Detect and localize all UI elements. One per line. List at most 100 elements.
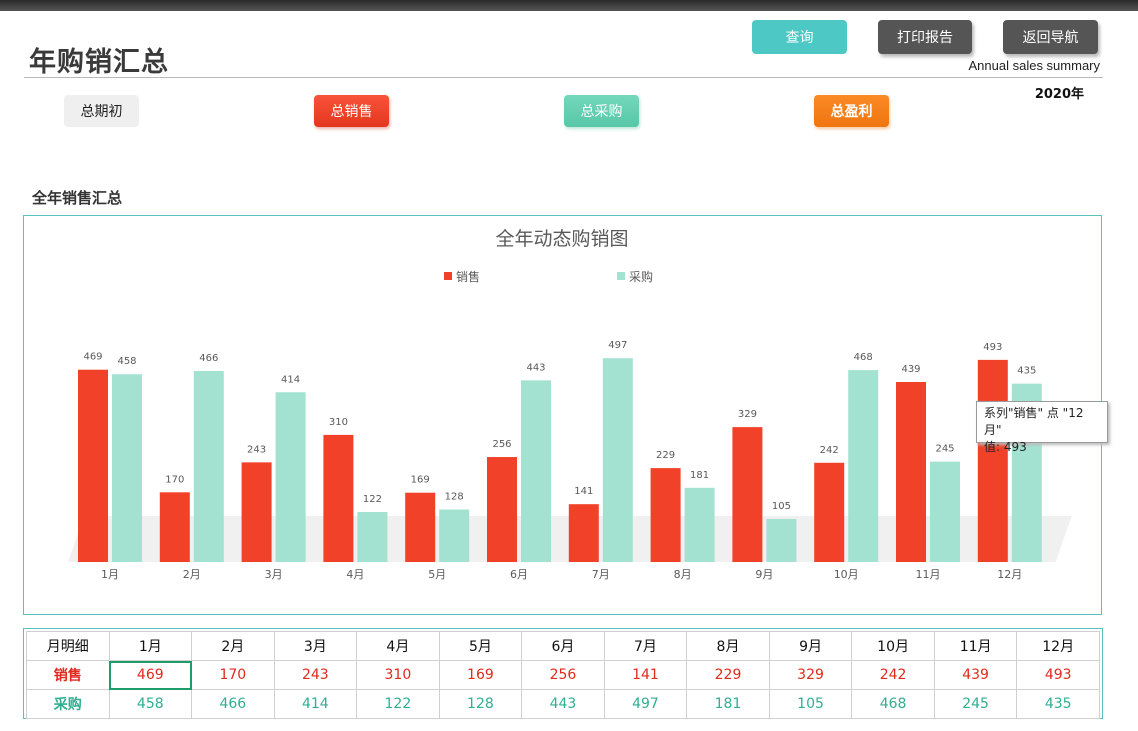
table-cell-sales[interactable]: 493 (1016, 660, 1100, 690)
table-cell-sales[interactable]: 141 (603, 660, 688, 690)
table-cell-sales[interactable]: 256 (521, 660, 605, 690)
page-title: 年购销汇总 (29, 47, 169, 78)
table-cell-sales[interactable]: 329 (768, 660, 853, 690)
table-month-header: 9月 (768, 631, 853, 661)
total-sales-button[interactable]: 总销售 (314, 95, 389, 127)
table-month-header: 4月 (356, 631, 440, 661)
table-month-header: 12月 (1016, 631, 1100, 661)
table-row-purchase: 采购 458 466 414 122 128 443 497 181 105 468 245 435 (26, 689, 1100, 719)
x-tick-label: 11月 (916, 568, 941, 581)
data-label-sales: 243 (247, 444, 266, 455)
data-label-sales: 256 (492, 439, 511, 450)
english-subtitle: Annual sales summary (968, 58, 1101, 73)
data-label-sales: 141 (574, 486, 593, 497)
data-label-purchase: 105 (772, 501, 791, 512)
x-tick-label: 4月 (346, 568, 364, 581)
data-label-sales: 310 (329, 417, 348, 428)
x-tick-label: 5月 (428, 568, 446, 581)
row-label-purchase: 采购 (26, 689, 110, 719)
table-cell-purchase[interactable]: 122 (356, 689, 440, 719)
total-purchase-button[interactable]: 总采购 (564, 95, 639, 127)
data-label-sales: 242 (820, 445, 839, 456)
table-cell-sales[interactable]: 439 (933, 660, 1018, 690)
table-cell-sales[interactable]: 170 (191, 660, 275, 690)
table-cell-sales[interactable]: 242 (851, 660, 935, 690)
x-tick-label: 3月 (265, 568, 283, 581)
data-label-sales: 329 (738, 409, 757, 420)
table-cell-purchase[interactable]: 443 (521, 689, 605, 719)
bar-sales (896, 382, 926, 562)
legend-swatch-1 (617, 272, 625, 280)
table-cell-sales[interactable]: 310 (356, 660, 440, 690)
bar-sales (405, 492, 436, 562)
data-label-sales: 469 (83, 352, 102, 363)
tooltip-line-1: 系列"销售" 点 "12月" (984, 406, 1084, 437)
x-tick-label: 6月 (510, 568, 528, 581)
data-label-purchase: 128 (445, 492, 464, 503)
data-label-sales: 170 (165, 474, 184, 485)
bar-sales (814, 462, 845, 562)
data-label-purchase: 497 (608, 340, 627, 351)
table-month-header: 10月 (851, 631, 935, 661)
table-month-header: 8月 (686, 631, 770, 661)
print-report-button[interactable]: 打印报告 (878, 20, 972, 54)
table-month-header: 3月 (273, 631, 358, 661)
table-cell-purchase[interactable]: 435 (1016, 689, 1100, 719)
window-top-bar (0, 0, 1138, 11)
data-label-purchase: 181 (690, 470, 709, 481)
legend-label-1: 采购 (629, 269, 653, 284)
table-month-header: 11月 (933, 631, 1018, 661)
bar-purchase (521, 380, 551, 562)
bar-sales (977, 359, 1008, 562)
x-tick-label: 7月 (592, 568, 610, 581)
data-label-purchase: 443 (526, 362, 545, 373)
table-cell-sales[interactable]: 229 (686, 660, 770, 690)
bar-purchase (193, 370, 224, 562)
x-tick-label: 2月 (183, 568, 201, 581)
table-cell-purchase[interactable]: 497 (603, 689, 688, 719)
table-month-header: 5月 (438, 631, 523, 661)
query-button[interactable]: 查询 (752, 20, 847, 54)
back-to-nav-button[interactable]: 返回导航 (1003, 20, 1098, 54)
bar-purchase (766, 518, 797, 562)
table-cell-purchase[interactable]: 245 (933, 689, 1018, 719)
x-tick-label: 12月 (997, 568, 1022, 581)
bar-sales (487, 457, 517, 562)
bar-purchase (848, 370, 879, 562)
table-cell-purchase[interactable]: 128 (438, 689, 523, 719)
data-label-purchase: 466 (199, 353, 218, 364)
bar-purchase (357, 511, 388, 562)
total-profit-button[interactable]: 总盈利 (814, 95, 889, 127)
table-month-header: 7月 (603, 631, 688, 661)
total-opening-button[interactable]: 总期初 (64, 95, 139, 127)
sales-purchase-chart[interactable]: 全年动态购销图 销售 采购 469 458 1月 170 466 2月 243 414 3月 310 12… (23, 215, 1102, 615)
table-cell-sales[interactable]: 469 (108, 660, 193, 690)
row-label-sales: 销售 (26, 660, 110, 690)
table-cell-purchase[interactable]: 458 (108, 689, 193, 719)
table-cell-purchase[interactable]: 181 (686, 689, 770, 719)
data-label-purchase: 414 (281, 374, 300, 385)
bar-purchase (439, 509, 470, 562)
table-cell-sales[interactable]: 243 (273, 660, 358, 690)
table-row-sales: 销售 469 170 243 310 169 256 141 229 329 242 439 493 (26, 660, 1100, 690)
tooltip-line-2: 值: 493 (984, 440, 1027, 454)
table-cell-sales[interactable]: 169 (438, 660, 523, 690)
table-cell-purchase[interactable]: 414 (273, 689, 358, 719)
bar-purchase (275, 392, 306, 562)
table-cell-purchase[interactable]: 105 (768, 689, 853, 719)
year-label: 2020年 (1034, 87, 1084, 102)
bar-sales (732, 427, 763, 562)
section-title: 全年销售汇总 (32, 189, 123, 207)
x-tick-label: 1月 (101, 568, 119, 581)
bar-sales (568, 504, 599, 562)
data-label-purchase: 468 (854, 352, 873, 363)
x-tick-label: 8月 (674, 568, 692, 581)
table-cell-purchase[interactable]: 466 (191, 689, 275, 719)
table-cell-purchase[interactable]: 468 (851, 689, 935, 719)
bar-sales (323, 434, 354, 562)
table-month-header: 1月 (108, 631, 193, 661)
bar-purchase (930, 461, 960, 562)
bar-sales (78, 369, 108, 562)
x-tick-label: 9月 (755, 568, 773, 581)
data-label-purchase: 458 (117, 356, 136, 367)
